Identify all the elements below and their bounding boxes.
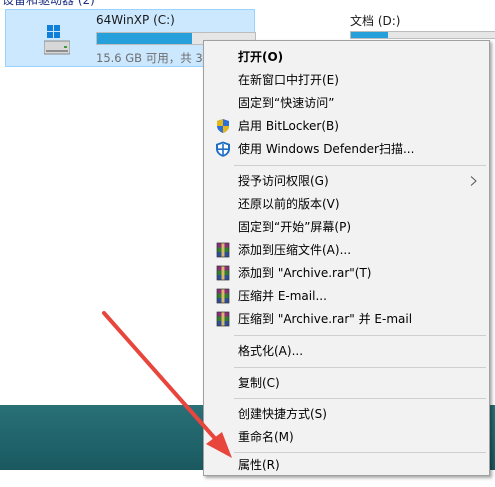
- menu-item-label: 授予访问权限(G): [238, 174, 329, 188]
- menu-item-label: 在新窗口中打开(E): [238, 73, 339, 87]
- drive-c-usage-fill: [97, 33, 192, 44]
- hard-drive-icon: [44, 25, 70, 55]
- menu-item-label: 启用 BitLocker(B): [238, 119, 339, 133]
- menu-separator: [234, 398, 486, 399]
- menu-separator: [234, 367, 486, 368]
- winrar-icon: [216, 242, 230, 258]
- menu-item-label: 打开(O): [238, 50, 284, 64]
- menu-item-create-shortcut[interactable]: 创建快捷方式(S): [204, 403, 489, 425]
- menu-item-format[interactable]: 格式化(A)...: [204, 340, 489, 362]
- menu-item-defender-scan[interactable]: 使用 Windows Defender扫描...: [204, 138, 489, 160]
- menu-item-open-new-window[interactable]: 在新窗口中打开(E): [204, 69, 489, 91]
- menu-item-label: 添加到 "Archive.rar"(T): [238, 266, 372, 280]
- winrar-icon: [216, 311, 230, 327]
- menu-item-restore-versions[interactable]: 还原以前的版本(V): [204, 193, 489, 215]
- menu-item-bitlocker[interactable]: 启用 BitLocker(B): [204, 115, 489, 137]
- windows-defender-icon: [216, 141, 230, 157]
- menu-item-copy[interactable]: 复制(C): [204, 372, 489, 394]
- drive-c-space-info: 15.6 GB 可用，共 3: [96, 51, 203, 65]
- menu-separator: [234, 335, 486, 336]
- menu-item-add-to-archive[interactable]: 添加到压缩文件(A)...: [204, 239, 489, 261]
- menu-item-compress-rar-email[interactable]: 压缩到 "Archive.rar" 并 E-mail: [204, 308, 489, 330]
- menu-item-label: 复制(C): [238, 376, 280, 390]
- menu-item-label: 还原以前的版本(V): [238, 197, 340, 211]
- menu-item-label: 固定到“快速访问”: [238, 96, 335, 110]
- menu-item-open[interactable]: 打开(O): [204, 46, 489, 68]
- menu-item-label: 格式化(A)...: [238, 344, 304, 358]
- menu-item-label: 添加到压缩文件(A)...: [238, 243, 352, 257]
- menu-item-label: 使用 Windows Defender扫描...: [238, 142, 415, 156]
- menu-item-rename[interactable]: 重命名(M): [204, 426, 489, 448]
- menu-item-label: 创建快捷方式(S): [238, 407, 327, 421]
- menu-item-pin-start[interactable]: 固定到“开始”屏幕(P): [204, 216, 489, 238]
- menu-item-properties[interactable]: 属性(R): [204, 454, 489, 476]
- drive-d-usage-bar: [350, 31, 495, 39]
- menu-separator: [234, 452, 486, 453]
- winrar-icon: [216, 265, 230, 281]
- drive-context-menu: 打开(O) 在新窗口中打开(E) 固定到“快速访问” 启用 BitLocker(…: [203, 40, 490, 476]
- devices-group-header[interactable]: 设备和驱动器 (2): [2, 0, 95, 8]
- menu-item-label: 重命名(M): [238, 430, 294, 444]
- drive-d-usage-fill: [351, 32, 388, 38]
- menu-item-add-to-archive-rar[interactable]: 添加到 "Archive.rar"(T): [204, 262, 489, 284]
- uac-shield-icon: [217, 119, 229, 133]
- menu-separator: [234, 165, 486, 166]
- menu-item-label: 压缩并 E-mail...: [238, 289, 327, 303]
- menu-item-pin-quick-access[interactable]: 固定到“快速访问”: [204, 92, 489, 114]
- chevron-right-icon: [470, 176, 477, 186]
- menu-item-label: 属性(R): [238, 458, 280, 472]
- menu-item-compress-email[interactable]: 压缩并 E-mail...: [204, 285, 489, 307]
- winrar-icon: [216, 288, 230, 304]
- menu-item-label: 压缩到 "Archive.rar" 并 E-mail: [238, 312, 413, 326]
- drive-c-name: 64WinXP (C:): [96, 13, 175, 27]
- drive-d-name: 文档 (D:): [350, 14, 401, 28]
- menu-item-grant-access[interactable]: 授予访问权限(G): [204, 170, 489, 192]
- menu-item-label: 固定到“开始”屏幕(P): [238, 220, 352, 234]
